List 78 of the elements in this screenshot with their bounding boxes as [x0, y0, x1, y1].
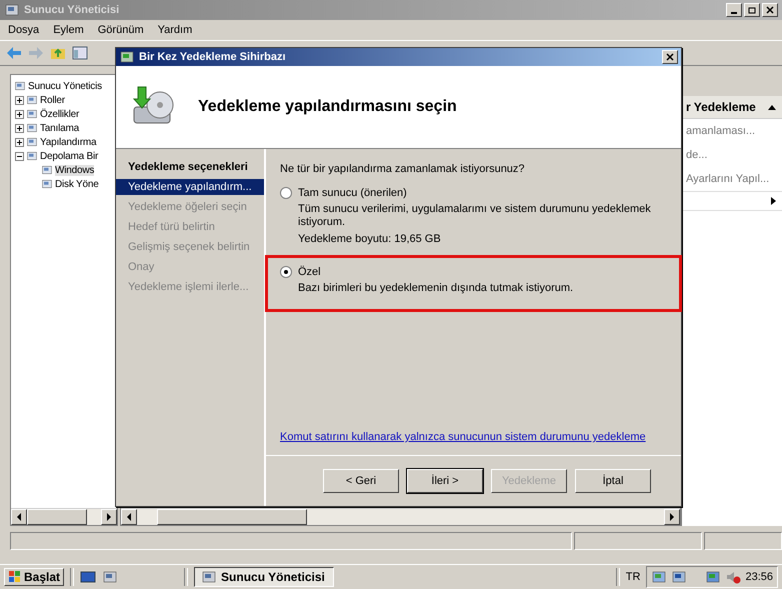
- tree-item[interactable]: Sunucu Yöneticis: [28, 80, 102, 92]
- scroll-left-button[interactable]: [11, 509, 27, 525]
- tree-item[interactable]: Yapılandırma: [40, 136, 96, 148]
- plus-icon: [16, 96, 23, 104]
- menu-item[interactable]: Dosya: [8, 24, 40, 36]
- menu-item[interactable]: Eylem: [53, 24, 84, 36]
- dialog-title: Bir Kez Yedekleme Sihirbazı: [139, 51, 286, 63]
- radio-button[interactable]: [280, 266, 292, 278]
- command-line-link[interactable]: Komut satırını kullanarak yalnızca sunucunun sistem durumunu yedekleme: [280, 431, 646, 455]
- tree-item[interactable]: Disk Yöne: [55, 178, 99, 190]
- action-item[interactable]: Ayarlarını Yapıl...: [682, 167, 782, 191]
- expand-toggle[interactable]: [15, 124, 24, 132]
- server-icon: [201, 569, 218, 585]
- plus-icon: [16, 138, 23, 146]
- collapse-toggle[interactable]: [15, 152, 24, 160]
- clock[interactable]: 23:56: [745, 571, 773, 583]
- left-arrow-icon: [126, 513, 132, 521]
- expand-toggle[interactable]: [15, 110, 24, 118]
- tree-item[interactable]: Roller: [40, 94, 65, 106]
- scroll-right-button[interactable]: [101, 509, 117, 525]
- menu-item[interactable]: Görünüm: [98, 24, 144, 36]
- close-icon: [666, 53, 674, 61]
- close-button[interactable]: [662, 50, 678, 64]
- option-label: Tam sunucu (önerilen): [298, 187, 407, 199]
- tree-item[interactable]: Özellikler: [40, 108, 80, 120]
- plus-icon: [16, 124, 23, 132]
- computer-icon: [705, 569, 722, 585]
- wizard-button[interactable]: İleri >: [407, 469, 483, 493]
- server-manager-quicklaunch[interactable]: [102, 569, 118, 585]
- right-arrow-icon: [106, 513, 112, 521]
- wizard-step[interactable]: Yedekleme seçenekleri: [116, 159, 264, 175]
- horizontal-scrollbar[interactable]: [11, 508, 117, 525]
- taskbar-button[interactable]: Sunucu Yöneticisi: [194, 567, 334, 587]
- language-indicator[interactable]: TR: [626, 571, 640, 583]
- window-title: Sunucu Yöneticisi: [24, 4, 120, 16]
- restore-button[interactable]: [744, 3, 760, 17]
- wizard-icon: [119, 49, 135, 65]
- wizard-button[interactable]: İptal: [575, 469, 651, 493]
- horizontal-scrollbar[interactable]: [121, 508, 680, 525]
- tree-item[interactable]: Depolama Bir: [40, 150, 98, 162]
- option-label: Özel: [298, 266, 321, 278]
- backup-size-text: Yedekleme boyutu: 19,65 GB: [297, 233, 442, 246]
- scroll-right-button[interactable]: [664, 509, 680, 525]
- speaker-muted-icon[interactable]: [725, 569, 742, 585]
- expand-toggle[interactable]: [15, 138, 24, 146]
- minimize-button[interactable]: [726, 3, 742, 17]
- plus-icon: [16, 110, 23, 118]
- action-item[interactable]: amanlaması...: [682, 119, 782, 143]
- question-text: Ne tür bir yapılandırma zamanlamak istiyorsunuz?: [280, 163, 526, 175]
- wizard-button[interactable]: < Geri: [323, 469, 399, 493]
- server-icon: [102, 569, 118, 585]
- restore-icon: [748, 6, 756, 14]
- option-description: Tüm sunucu verilerimi, uygulamalarımı ve sistem durumunu yedeklemek istiyorum.: [297, 203, 652, 229]
- show-desktop-button[interactable]: [80, 569, 96, 585]
- left-arrow-icon: [16, 513, 22, 521]
- windows-logo-icon: [8, 570, 22, 584]
- tree-item[interactable]: Windows: [55, 164, 94, 176]
- option-description: Bazı birimleri bu yedeklemenin dışında tutmak istiyorum.: [297, 282, 574, 295]
- app-icon: [4, 2, 20, 18]
- expand-toggle[interactable]: [15, 96, 24, 104]
- page-heading: Yedekleme yapılandırmasını seçin: [198, 98, 457, 116]
- scrollbar-thumb[interactable]: [157, 509, 307, 525]
- network-icon: [651, 569, 668, 585]
- scrollbar-thumb[interactable]: [27, 509, 87, 525]
- start-button[interactable]: Başlat: [4, 568, 64, 586]
- scroll-left-button[interactable]: [121, 509, 137, 525]
- wizard-step[interactable]: Yedekleme yapılandırm...: [116, 179, 264, 195]
- close-button[interactable]: [762, 3, 778, 17]
- actions-header: r Yedekleme: [682, 96, 782, 119]
- menu-item[interactable]: Yardım: [158, 24, 192, 36]
- expand-arrow-icon[interactable]: [771, 197, 776, 205]
- close-icon: [766, 6, 774, 14]
- show-tree-button[interactable]: [72, 45, 88, 61]
- collapse-icon: [768, 104, 776, 110]
- action-item[interactable]: de...: [682, 143, 782, 167]
- radio-button[interactable]: [280, 187, 292, 199]
- right-arrow-icon: [669, 513, 675, 521]
- tree-item[interactable]: Tanılama: [40, 122, 79, 134]
